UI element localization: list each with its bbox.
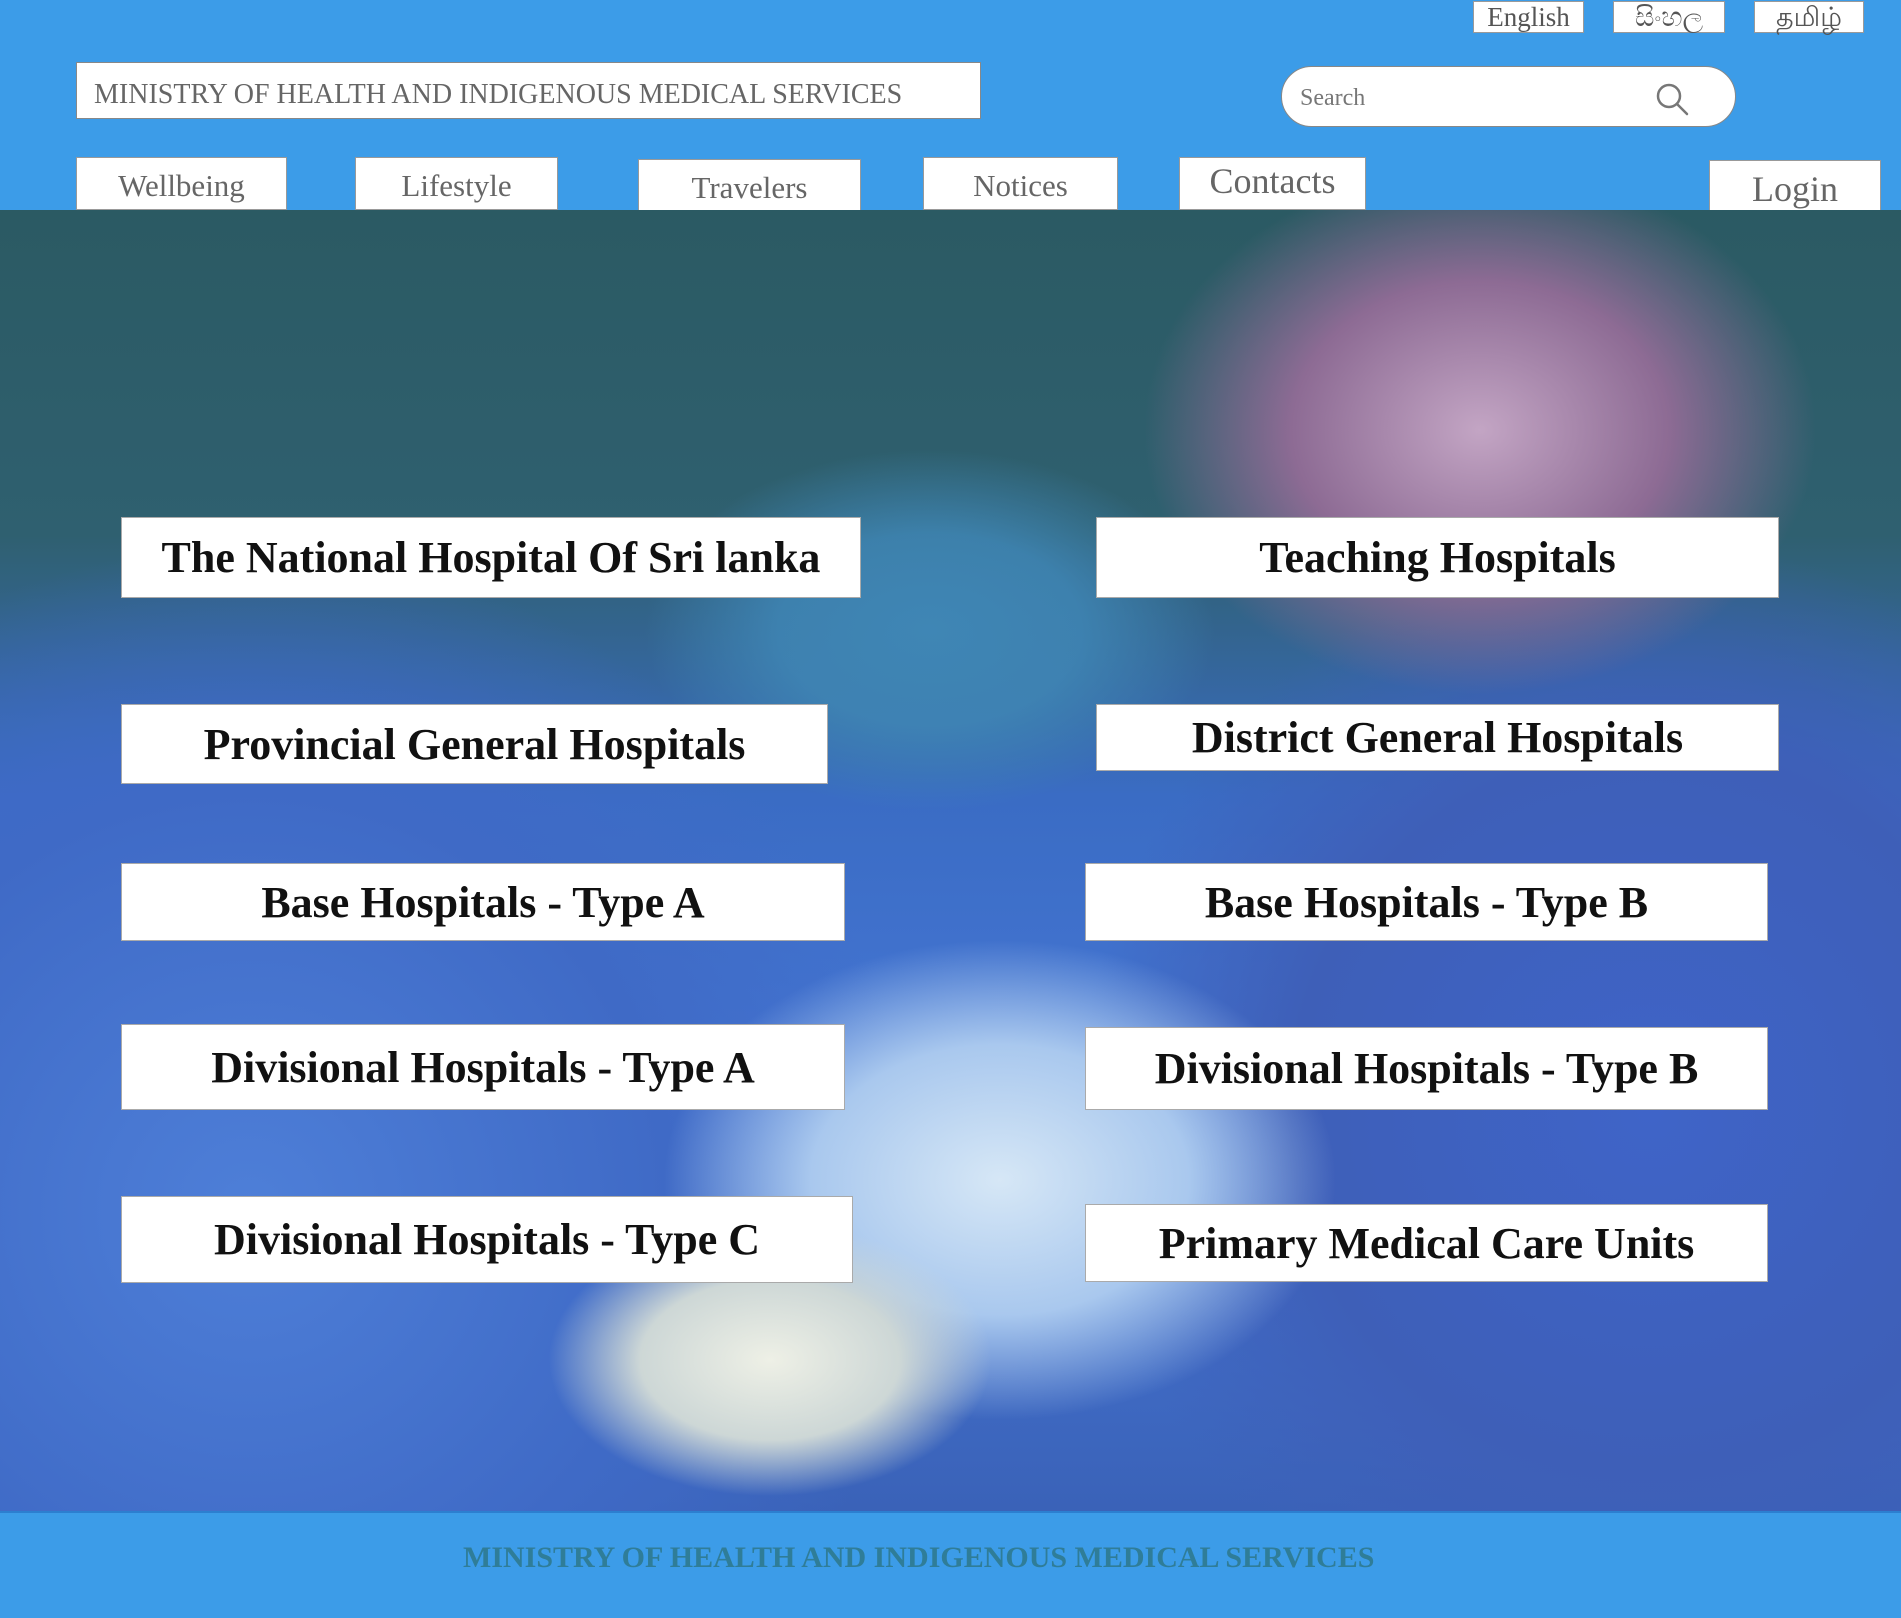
national-hospital-label: The National Hospital Of Sri lanka (161, 533, 821, 582)
primary-medical-care-units-button[interactable]: Primary Medical Care Units (1085, 1204, 1768, 1282)
base-hospitals-type-a-label: Base Hospitals - Type A (261, 877, 705, 927)
nav-contacts[interactable]: Contacts (1179, 157, 1366, 210)
hero-background-image: The National Hospital Of Sri lanka Teach… (0, 210, 1901, 1511)
provincial-general-hospitals-label: Provincial General Hospitals (203, 719, 746, 769)
search-icon[interactable] (1654, 81, 1690, 117)
divisional-hospitals-type-a-button[interactable]: Divisional Hospitals - Type A (121, 1024, 845, 1110)
divisional-hospitals-type-c-button[interactable]: Divisional Hospitals - Type C (121, 1196, 853, 1283)
nav-notices[interactable]: Notices (923, 157, 1118, 210)
teaching-hospitals-label: Teaching Hospitals (1259, 533, 1616, 582)
nav-wellbeing[interactable]: Wellbeing (76, 157, 287, 210)
language-sinhala-button[interactable]: සිංහල (1613, 1, 1725, 33)
nav-travelers[interactable]: Travelers (638, 159, 861, 212)
base-hospitals-type-a-button[interactable]: Base Hospitals - Type A (121, 863, 845, 941)
base-hospitals-type-b-button[interactable]: Base Hospitals - Type B (1085, 863, 1768, 941)
login-button[interactable]: Login (1709, 160, 1881, 213)
footer-title: MINISTRY OF HEALTH AND INDIGENOUS MEDICA… (463, 1541, 1375, 1574)
header: English සිංහල தமிழ் MINISTRY OF HEALTH A… (0, 0, 1901, 213)
language-tamil-button[interactable]: தமிழ் (1754, 1, 1864, 33)
search-input[interactable] (1298, 79, 1642, 117)
base-hospitals-type-b-label: Base Hospitals - Type B (1204, 877, 1649, 927)
national-hospital-button[interactable]: The National Hospital Of Sri lanka (121, 517, 861, 598)
teaching-hospitals-button[interactable]: Teaching Hospitals (1096, 517, 1779, 598)
primary-medical-care-units-label: Primary Medical Care Units (1158, 1218, 1695, 1268)
divisional-hospitals-type-b-button[interactable]: Divisional Hospitals - Type B (1085, 1027, 1768, 1110)
divisional-hospitals-type-a-label: Divisional Hospitals - Type A (211, 1042, 755, 1092)
district-general-hospitals-label: District General Hospitals (1191, 713, 1684, 762)
provincial-general-hospitals-button[interactable]: Provincial General Hospitals (121, 704, 828, 784)
divisional-hospitals-type-c-label: Divisional Hospitals - Type C (213, 1215, 761, 1264)
language-english-button[interactable]: English (1473, 1, 1584, 33)
district-general-hospitals-button[interactable]: District General Hospitals (1096, 704, 1779, 771)
divisional-hospitals-type-b-label: Divisional Hospitals - Type B (1154, 1044, 1699, 1093)
nav-lifestyle[interactable]: Lifestyle (355, 157, 558, 210)
search-box (1281, 66, 1736, 127)
site-title: MINISTRY OF HEALTH AND INDIGENOUS MEDICA… (76, 62, 981, 119)
footer: MINISTRY OF HEALTH AND INDIGENOUS MEDICA… (0, 1511, 1901, 1618)
